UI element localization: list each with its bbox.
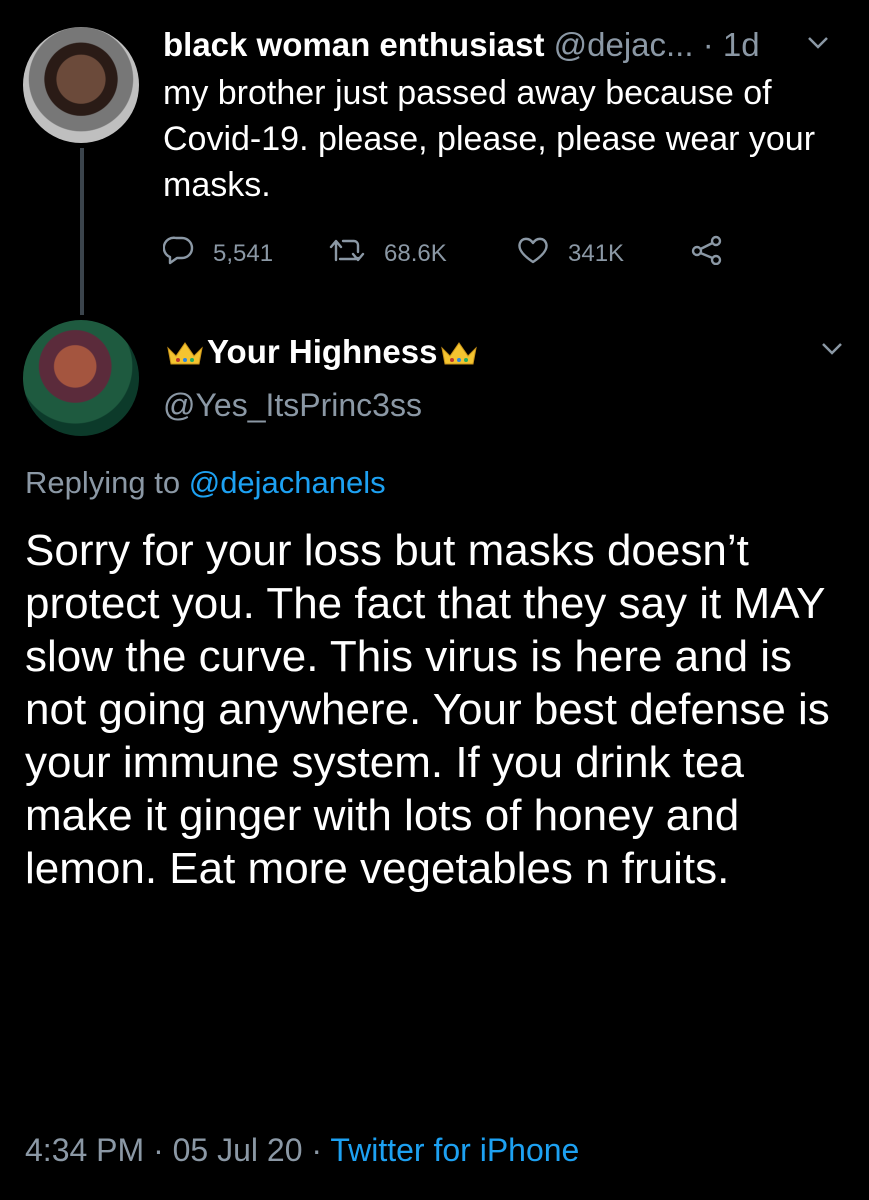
chevron-down-icon[interactable] bbox=[820, 336, 844, 364]
author-handle[interactable]: @dejac... bbox=[554, 26, 694, 63]
replying-to-link[interactable]: @dejachanels bbox=[189, 465, 386, 500]
reply-button[interactable]: 5,541 bbox=[162, 235, 274, 272]
separator: · bbox=[153, 1132, 164, 1168]
crown-emoji bbox=[439, 337, 479, 367]
reply-date: 05 Jul 20 bbox=[172, 1132, 303, 1168]
retweet-icon bbox=[328, 235, 384, 272]
replying-to: Replying to @dejachanels bbox=[25, 463, 386, 503]
crown-emoji bbox=[165, 337, 205, 367]
reply-time: 4:34 PM bbox=[25, 1132, 145, 1168]
avatar[interactable] bbox=[23, 320, 139, 436]
reply-author-name-row[interactable]: Your Highness bbox=[163, 332, 481, 372]
like-count: 341K bbox=[568, 239, 625, 267]
reply-icon bbox=[162, 235, 213, 272]
like-icon bbox=[516, 235, 568, 272]
author-name[interactable]: black woman enthusiast bbox=[163, 26, 544, 63]
reply-footer: 4:34 PM · 05 Jul 20 · Twitter for iPhone bbox=[25, 1130, 579, 1170]
like-button[interactable]: 341K bbox=[516, 235, 624, 272]
retweet-button[interactable]: 68.6K bbox=[328, 235, 447, 272]
tweet-text: my brother just passed away because of C… bbox=[163, 74, 816, 204]
reply-author-name: Your Highness bbox=[207, 333, 438, 370]
share-button[interactable] bbox=[690, 235, 742, 272]
chevron-down-icon[interactable] bbox=[806, 30, 830, 58]
reply-author-handle[interactable]: @Yes_ItsPrinc3ss bbox=[163, 385, 422, 425]
reply-count: 5,541 bbox=[213, 239, 274, 267]
retweet-count: 68.6K bbox=[384, 239, 447, 267]
thread-line bbox=[80, 148, 84, 315]
replying-prefix: Replying to bbox=[25, 465, 181, 500]
tweet-time[interactable]: 1d bbox=[723, 26, 760, 63]
separator: · bbox=[311, 1132, 323, 1168]
separator: · bbox=[702, 26, 714, 63]
share-icon bbox=[690, 235, 742, 272]
tweet-actions: 5,541 68.6K 341K bbox=[162, 235, 743, 275]
avatar[interactable] bbox=[23, 27, 139, 143]
source-link[interactable]: Twitter for iPhone bbox=[330, 1132, 579, 1168]
reply-text: Sorry for your loss but masks doesn’t pr… bbox=[25, 526, 830, 893]
tweet-header: black woman enthusiast @dejac... · 1d bbox=[163, 25, 760, 65]
